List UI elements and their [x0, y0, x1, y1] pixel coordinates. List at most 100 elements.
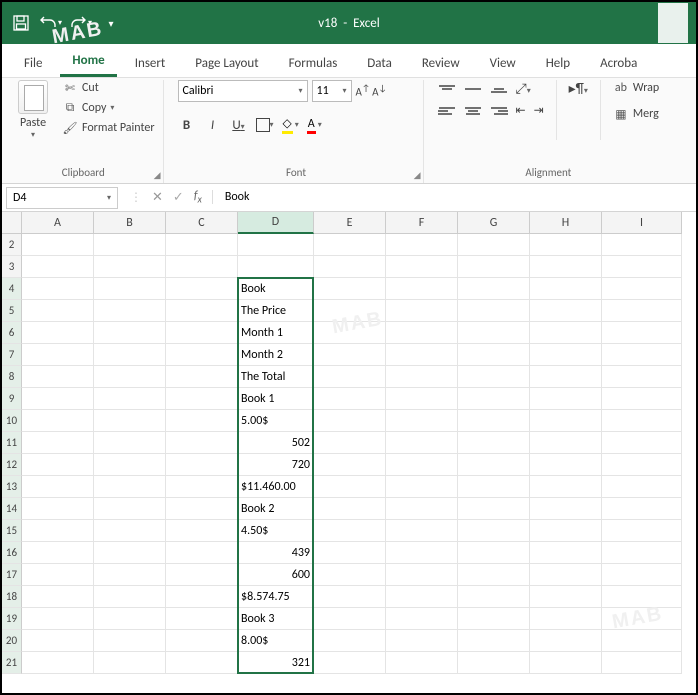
italic-button[interactable]: I	[204, 118, 222, 133]
row-header-7[interactable]: 7	[2, 344, 22, 366]
column-header-I[interactable]: I	[602, 212, 682, 234]
row-header-19[interactable]: 19	[2, 608, 22, 630]
row-header-15[interactable]: 15	[2, 520, 22, 542]
column-header-D[interactable]: D	[238, 212, 314, 234]
cell-G19[interactable]	[458, 608, 530, 630]
cell-I2[interactable]	[602, 234, 682, 256]
cell-G5[interactable]	[458, 300, 530, 322]
chevron-down-icon[interactable]: ▾	[31, 130, 35, 140]
cell-H15[interactable]	[530, 520, 602, 542]
bold-button[interactable]: B	[178, 118, 196, 133]
font-color-button[interactable]: A▾	[307, 117, 322, 134]
increase-font-button[interactable]: A↑	[356, 83, 371, 99]
cell-F17[interactable]	[386, 564, 458, 586]
cell-F10[interactable]	[386, 410, 458, 432]
cell-C5[interactable]	[166, 300, 238, 322]
cell-B14[interactable]	[94, 498, 166, 520]
cell-I14[interactable]	[602, 498, 682, 520]
row-header-9[interactable]: 9	[2, 388, 22, 410]
cell-C11[interactable]	[166, 432, 238, 454]
cell-G3[interactable]	[458, 256, 530, 278]
cell-E4[interactable]	[314, 278, 386, 300]
cell-A21[interactable]	[22, 652, 94, 674]
decrease-indent-button[interactable]: ⇤	[516, 103, 526, 118]
row-header-12[interactable]: 12	[2, 454, 22, 476]
cell-H7[interactable]	[530, 344, 602, 366]
cell-G8[interactable]	[458, 366, 530, 388]
cell-B6[interactable]	[94, 322, 166, 344]
tab-home[interactable]: Home	[60, 45, 116, 77]
cell-I20[interactable]	[602, 630, 682, 652]
tab-help[interactable]: Help	[534, 48, 582, 77]
cell-A7[interactable]	[22, 344, 94, 366]
cell-E8[interactable]	[314, 366, 386, 388]
cell-E7[interactable]	[314, 344, 386, 366]
cell-D20[interactable]: 8.00$	[238, 630, 314, 652]
cell-D18[interactable]: $8.574.75	[238, 586, 314, 608]
merge-button[interactable]: ▦ Merg	[613, 106, 659, 122]
cell-D9[interactable]: Book 1	[238, 388, 314, 410]
window-controls[interactable]	[658, 3, 688, 43]
cell-I11[interactable]	[602, 432, 682, 454]
cell-H13[interactable]	[530, 476, 602, 498]
row-header-6[interactable]: 6	[2, 322, 22, 344]
cell-A14[interactable]	[22, 498, 94, 520]
cell-F13[interactable]	[386, 476, 458, 498]
cell-F14[interactable]	[386, 498, 458, 520]
cell-D2[interactable]	[238, 234, 314, 256]
cell-I4[interactable]	[602, 278, 682, 300]
cell-E11[interactable]	[314, 432, 386, 454]
cell-A6[interactable]	[22, 322, 94, 344]
cell-B9[interactable]	[94, 388, 166, 410]
cell-E10[interactable]	[314, 410, 386, 432]
cell-C8[interactable]	[166, 366, 238, 388]
cell-B12[interactable]	[94, 454, 166, 476]
cell-B18[interactable]	[94, 586, 166, 608]
cell-B19[interactable]	[94, 608, 166, 630]
align-bottom-button[interactable]	[490, 82, 508, 96]
cell-D3[interactable]	[238, 256, 314, 278]
cell-G12[interactable]	[458, 454, 530, 476]
cell-C20[interactable]	[166, 630, 238, 652]
cell-B11[interactable]	[94, 432, 166, 454]
cell-I9[interactable]	[602, 388, 682, 410]
cell-D21[interactable]: 321	[238, 652, 314, 674]
cell-E5[interactable]	[314, 300, 386, 322]
cell-E6[interactable]	[314, 322, 386, 344]
cell-B5[interactable]	[94, 300, 166, 322]
cell-A16[interactable]	[22, 542, 94, 564]
undo-icon[interactable]: ▾	[40, 12, 62, 34]
cell-D15[interactable]: 4.50$	[238, 520, 314, 542]
cell-H19[interactable]	[530, 608, 602, 630]
cell-E3[interactable]	[314, 256, 386, 278]
formula-bar[interactable]: Book	[212, 190, 696, 204]
cell-C2[interactable]	[166, 234, 238, 256]
cell-I7[interactable]	[602, 344, 682, 366]
column-header-A[interactable]: A	[22, 212, 94, 234]
cell-G16[interactable]	[458, 542, 530, 564]
tab-acrobat[interactable]: Acroba	[588, 48, 649, 77]
cell-H21[interactable]	[530, 652, 602, 674]
cell-B7[interactable]	[94, 344, 166, 366]
cell-H8[interactable]	[530, 366, 602, 388]
cell-A3[interactable]	[22, 256, 94, 278]
align-right-button[interactable]	[490, 104, 508, 118]
cell-D19[interactable]: Book 3	[238, 608, 314, 630]
customize-qat-icon[interactable]: ▾	[100, 12, 122, 34]
tab-insert[interactable]: Insert	[123, 48, 178, 77]
cell-C17[interactable]	[166, 564, 238, 586]
cell-G9[interactable]	[458, 388, 530, 410]
cell-D12[interactable]: 720	[238, 454, 314, 476]
cell-D7[interactable]: Month 2	[238, 344, 314, 366]
tab-file[interactable]: File	[12, 48, 54, 77]
cell-E21[interactable]	[314, 652, 386, 674]
tab-review[interactable]: Review	[410, 48, 472, 77]
cell-G20[interactable]	[458, 630, 530, 652]
cell-E17[interactable]	[314, 564, 386, 586]
cell-A5[interactable]	[22, 300, 94, 322]
cancel-icon[interactable]: ✕	[152, 190, 163, 205]
cell-E19[interactable]	[314, 608, 386, 630]
cell-A17[interactable]	[22, 564, 94, 586]
cell-G17[interactable]	[458, 564, 530, 586]
cell-H14[interactable]	[530, 498, 602, 520]
